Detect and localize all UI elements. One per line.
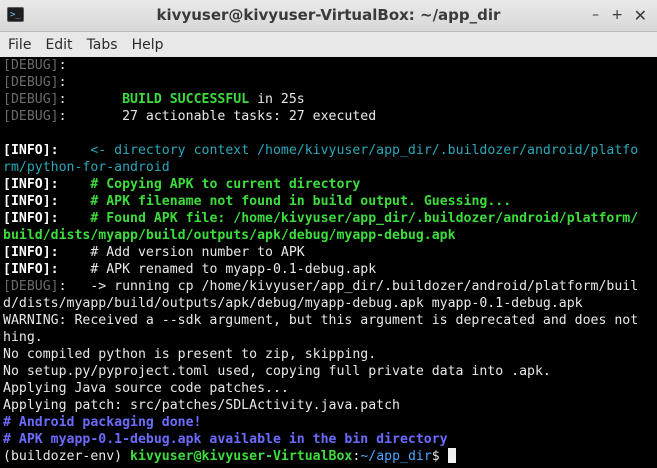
menu-help[interactable]: Help — [132, 37, 164, 53]
log-text: # Found APK file: /home/kivyuser/app_dir… — [58, 211, 639, 226]
log-colon: : — [50, 262, 59, 277]
terminal-line: WARNING: Received a --sdk argument, but … — [3, 312, 654, 329]
log-tag: [DEBUG] — [3, 75, 59, 90]
terminal-line: [INFO]: <- directory context /home/kivyu… — [3, 142, 654, 159]
terminal-output[interactable]: [DEBUG]: [DEBUG]: [DEBUG]: BUILD SUCCESS… — [0, 57, 657, 468]
log-text: 27 actionable tasks: 27 executed — [66, 109, 377, 124]
log-text: # APK renamed to myapp-0.1-debug.apk — [58, 262, 377, 277]
terminal-line: [INFO]: # APK renamed to myapp-0.1-debug… — [3, 261, 654, 278]
log-tag: [INFO] — [3, 211, 51, 226]
log-tag: [INFO] — [3, 194, 51, 209]
log-text: hing. — [3, 330, 43, 345]
log-colon: : — [58, 279, 67, 294]
prompt-dollar: $ — [431, 449, 448, 464]
title-bar[interactable]: >_ kivyuser@kivyuser-VirtualBox: ~/app_d… — [0, 0, 657, 32]
log-text: WARNING: Received a --sdk argument, but … — [3, 313, 639, 328]
terminal-line: build/dists/myapp/build/outputs/apk/debu… — [3, 227, 654, 244]
log-colon: : — [50, 143, 59, 158]
log-text: rm/python-for-android — [3, 160, 170, 175]
minimize-button[interactable]: – — [592, 0, 599, 31]
terminal-window: >_ kivyuser@kivyuser-VirtualBox: ~/app_d… — [0, 0, 657, 468]
log-text: Applying Java source code patches... — [3, 381, 289, 396]
maximize-button[interactable]: + — [611, 0, 623, 31]
prompt-path: ~/app_dir — [360, 449, 432, 464]
terminal-line: Applying patch: src/patches/SDLActivity.… — [3, 397, 654, 414]
terminal-line: [DEBUG]: BUILD SUCCESSFUL in 25s — [3, 91, 654, 108]
terminal-line: [INFO]: # Copying APK to current directo… — [3, 176, 654, 193]
prompt-user-host: kivyuser@kivyuser-VirtualBox — [130, 449, 353, 464]
menu-file[interactable]: File — [8, 37, 31, 53]
log-tag: [INFO] — [3, 245, 51, 260]
log-tag: [INFO] — [3, 177, 51, 192]
terminal-line: [DEBUG]: 27 actionable tasks: 27 execute… — [3, 108, 654, 125]
log-text: No compiled python is present to zip, sk… — [3, 347, 377, 362]
log-colon: : — [58, 75, 67, 90]
window-title: kivyuser@kivyuser-VirtualBox: ~/app_dir — [156, 6, 501, 24]
terminal-line: d/dists/myapp/build/outputs/apk/debug/my… — [3, 295, 654, 312]
terminal-line: [DEBUG]: — [3, 74, 654, 91]
log-text: # Copying APK to current directory — [58, 177, 361, 192]
log-text: # APK filename not found in build output… — [58, 194, 512, 209]
terminal-line: No compiled python is present to zip, sk… — [3, 346, 654, 363]
terminal-line: # Android packaging done! — [3, 414, 654, 431]
log-tag: [INFO] — [3, 143, 51, 158]
menu-tabs[interactable]: Tabs — [87, 37, 118, 53]
log-colon: : — [58, 109, 67, 124]
log-colon: : — [58, 92, 67, 107]
terminal-line: Applying Java source code patches... — [3, 380, 654, 397]
log-text: # Add version number to APK — [58, 245, 305, 260]
log-pad — [67, 92, 123, 107]
log-colon: : — [50, 177, 59, 192]
terminal-line: rm/python-for-android — [3, 159, 654, 176]
log-text: <- directory context /home/kivyuser/app_… — [58, 143, 639, 158]
terminal-line: [DEBUG]: — [3, 57, 654, 74]
terminal-line: No setup.py/pyproject.toml used, copying… — [3, 363, 654, 380]
menu-edit[interactable]: Edit — [45, 37, 72, 53]
log-colon: : — [50, 245, 59, 260]
terminal-line: [INFO]: # APK filename not found in buil… — [3, 193, 654, 210]
text-cursor — [447, 448, 456, 463]
terminal-line: [INFO]: # Add version number to APK — [3, 244, 654, 261]
terminal-line: hing. — [3, 329, 654, 346]
close-button[interactable]: ✕ — [634, 0, 647, 31]
log-text: build/dists/myapp/build/outputs/apk/debu… — [3, 228, 456, 243]
shell-prompt[interactable]: (buildozer-env) kivyuser@kivyuser-Virtua… — [3, 448, 654, 465]
log-colon: : — [50, 211, 59, 226]
log-tag: [DEBUG] — [3, 279, 59, 294]
log-colon: : — [58, 58, 67, 73]
log-tag: [DEBUG] — [3, 109, 59, 124]
build-successful-text: BUILD SUCCESSFUL — [122, 92, 250, 107]
log-text: -> running cp /home/kivyuser/app_dir/.bu… — [66, 279, 639, 294]
build-time-text: in 25s — [249, 92, 305, 107]
terminal-line: [DEBUG]: -> running cp /home/kivyuser/ap… — [3, 278, 654, 295]
log-text: d/dists/myapp/build/outputs/apk/debug/my… — [3, 296, 583, 311]
log-tag: [DEBUG] — [3, 58, 59, 73]
log-colon: : — [50, 194, 59, 209]
menu-bar: File Edit Tabs Help — [0, 32, 657, 58]
prompt-env: (buildozer-env) — [3, 449, 131, 464]
log-text: No setup.py/pyproject.toml used, copying… — [3, 364, 551, 379]
log-text: # Android packaging done! — [3, 415, 202, 430]
terminal-line: [INFO]: # Found APK file: /home/kivyuser… — [3, 210, 654, 227]
log-text: # APK myapp-0.1-debug.apk available in t… — [3, 432, 448, 447]
terminal-line: # APK myapp-0.1-debug.apk available in t… — [3, 431, 654, 448]
log-tag: [DEBUG] — [3, 92, 59, 107]
log-text: Applying patch: src/patches/SDLActivity.… — [3, 398, 400, 413]
log-tag: [INFO] — [3, 262, 51, 277]
